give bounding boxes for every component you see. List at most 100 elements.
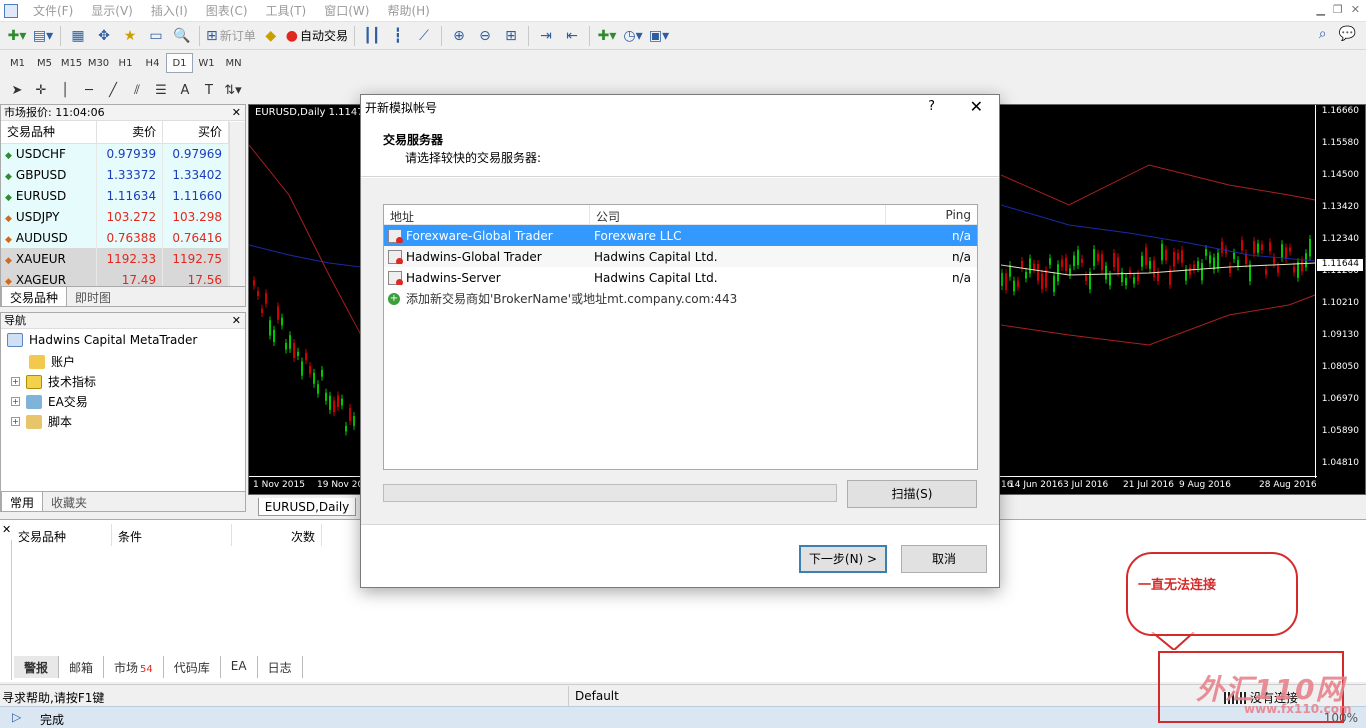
menu-tools[interactable]: 工具(T) — [257, 1, 316, 21]
cursor-icon[interactable]: ➤ — [6, 79, 28, 101]
zoom-in-icon[interactable]: ⊕ — [448, 25, 470, 47]
tab-symbols[interactable]: 交易品种 — [1, 287, 68, 306]
minimize-icon[interactable]: ▁ — [1316, 3, 1324, 16]
tab-tick-chart[interactable]: 即时图 — [67, 287, 119, 306]
play-icon[interactable]: ▷ — [12, 710, 21, 724]
column-ping[interactable]: Ping — [886, 205, 977, 224]
timeframe-d1[interactable]: D1 — [166, 53, 193, 73]
timeframe-m1[interactable]: M1 — [4, 53, 31, 73]
table-row[interactable]: ◆ AUDUSD 0.76388 0.76416 — [1, 227, 229, 248]
tab-journal[interactable]: 日志 — [258, 656, 303, 678]
chat-icon[interactable]: 💬 — [1339, 26, 1356, 42]
timeframe-h1[interactable]: H1 — [112, 53, 139, 73]
menu-file[interactable]: 文件(F) — [24, 1, 82, 21]
terminal-icon[interactable]: ▭ — [145, 25, 167, 47]
close-icon[interactable]: ✕ — [970, 97, 983, 116]
text-label-icon[interactable]: T — [198, 79, 220, 101]
chart-tab-eurusd[interactable]: EURUSD,Daily — [258, 498, 356, 516]
nav-item-accounts[interactable]: 账户 — [29, 353, 75, 370]
zoom-out-icon[interactable]: ⊖ — [474, 25, 496, 47]
table-row[interactable]: ◆ USDJPY 103.272 103.298 — [1, 206, 229, 227]
tile-windows-icon[interactable]: ⊞ — [500, 25, 522, 47]
strategy-tester-icon[interactable]: 🔍 — [171, 25, 193, 47]
table-row[interactable]: ◆ XAUEUR 1192.33 1192.75 — [1, 248, 229, 269]
tab-market[interactable]: 市场 54 — [104, 656, 164, 678]
horizontal-line-icon[interactable]: ─ — [78, 79, 100, 101]
bar-chart-icon[interactable]: ┃┃ — [361, 25, 383, 47]
add-broker-row[interactable]: + 添加新交易商如'BrokerName'或地址mt.company.com:4… — [384, 288, 977, 309]
nav-item-expert-advisors[interactable]: + EA交易 — [11, 393, 88, 410]
tab-common[interactable]: 常用 — [1, 492, 44, 511]
server-row[interactable]: Hadwins-Server Hadwins Capital Ltd. n/a — [384, 267, 977, 288]
market-watch-scrollbar[interactable] — [229, 122, 245, 287]
navigator-root[interactable]: Hadwins Capital MetaTrader — [7, 333, 197, 347]
navigator-icon[interactable]: ★ — [119, 25, 141, 47]
indicators-icon[interactable]: ✚▾ — [596, 25, 618, 47]
auto-scroll-icon[interactable]: ⇥ — [535, 25, 557, 47]
channel-icon[interactable]: ⫽ — [126, 79, 148, 101]
timeframe-m5[interactable]: M5 — [31, 53, 58, 73]
column-symbol[interactable]: 交易品种 — [12, 524, 112, 546]
column-company[interactable]: 公司 — [590, 205, 886, 224]
table-row[interactable]: ◆ EURUSD 1.11634 1.11660 — [1, 185, 229, 206]
server-row[interactable]: Hadwins-Global Trader Hadwins Capital Lt… — [384, 246, 977, 267]
tab-code-base[interactable]: 代码库 — [164, 656, 221, 678]
close-icon[interactable]: ✕ — [1351, 3, 1360, 16]
tab-alerts[interactable]: 警报 — [14, 656, 60, 678]
meta-editor-icon[interactable]: ◆ — [260, 25, 282, 47]
restore-icon[interactable]: ❐ — [1333, 3, 1343, 16]
server-row[interactable]: Forexware-Global Trader Forexware LLC n/… — [384, 225, 977, 246]
timeframe-h4[interactable]: H4 — [139, 53, 166, 73]
new-order-button[interactable]: ⊞ 新订单 — [206, 25, 256, 47]
crosshair-icon[interactable]: ✛ — [30, 79, 52, 101]
candlestick-icon[interactable]: ┇ — [387, 25, 409, 47]
tab-mailbox[interactable]: 邮箱 — [59, 656, 105, 678]
table-row[interactable]: ◆ GBPUSD 1.33372 1.33402 — [1, 164, 229, 185]
expand-icon[interactable]: + — [11, 417, 20, 426]
expand-icon[interactable]: + — [11, 377, 20, 386]
vertical-line-icon[interactable]: │ — [54, 79, 76, 101]
market-watch-icon[interactable]: ▦ — [67, 25, 89, 47]
next-button[interactable]: 下一步(N) > — [799, 545, 887, 573]
column-address[interactable]: 地址 — [384, 205, 590, 224]
column-symbol[interactable]: 交易品种 — [1, 121, 98, 144]
timeframe-w1[interactable]: W1 — [193, 53, 220, 73]
timeframe-m30[interactable]: M30 — [85, 53, 112, 73]
menu-view[interactable]: 显示(V) — [82, 1, 142, 21]
column-condition[interactable]: 条件 — [112, 524, 232, 546]
column-count[interactable]: 次数 — [232, 524, 322, 546]
column-bid[interactable]: 卖价 — [96, 121, 164, 144]
auto-trading-button[interactable]: ● 自动交易 — [286, 25, 348, 47]
arrows-icon[interactable]: ⇅▾ — [222, 79, 244, 101]
periods-icon[interactable]: ◷▾ — [622, 25, 644, 47]
nav-item-indicators[interactable]: + 技术指标 — [11, 373, 96, 390]
templates-icon[interactable]: ▣▾ — [648, 25, 670, 47]
chart-shift-icon[interactable]: ⇤ — [561, 25, 583, 47]
profiles-icon[interactable]: ▤▾ — [32, 25, 54, 47]
fibonacci-icon[interactable]: ☰ — [150, 79, 172, 101]
tab-favorites[interactable]: 收藏夹 — [43, 492, 95, 511]
text-icon[interactable]: A — [174, 79, 196, 101]
search-icon[interactable]: ⌕ — [1319, 26, 1327, 42]
close-icon[interactable]: ✕ — [2, 523, 11, 536]
scan-button[interactable]: 扫描(S) — [847, 480, 977, 508]
menu-help[interactable]: 帮助(H) — [378, 1, 438, 21]
trendline-icon[interactable]: ╱ — [102, 79, 124, 101]
table-row[interactable]: ◆ USDCHF 0.97939 0.97969 — [1, 143, 229, 164]
data-window-icon[interactable]: ✥ — [93, 25, 115, 47]
line-chart-icon[interactable]: ⟋ — [413, 25, 435, 47]
close-icon[interactable]: ✕ — [232, 105, 241, 120]
nav-item-scripts[interactable]: + 脚本 — [11, 413, 72, 430]
timeframe-mn[interactable]: MN — [220, 53, 247, 73]
cancel-button[interactable]: 取消 — [901, 545, 987, 573]
close-icon[interactable]: ✕ — [232, 313, 241, 328]
new-chart-icon[interactable]: ✚▾ — [6, 25, 28, 47]
expand-icon[interactable]: + — [11, 397, 20, 406]
help-icon[interactable]: ? — [928, 99, 935, 114]
menu-chart[interactable]: 图表(C) — [197, 1, 257, 21]
menu-window[interactable]: 窗口(W) — [315, 1, 378, 21]
timeframe-m15[interactable]: M15 — [58, 53, 85, 73]
menu-insert[interactable]: 插入(I) — [142, 1, 197, 21]
column-ask[interactable]: 买价 — [162, 121, 229, 144]
tab-ea[interactable]: EA — [221, 656, 258, 678]
